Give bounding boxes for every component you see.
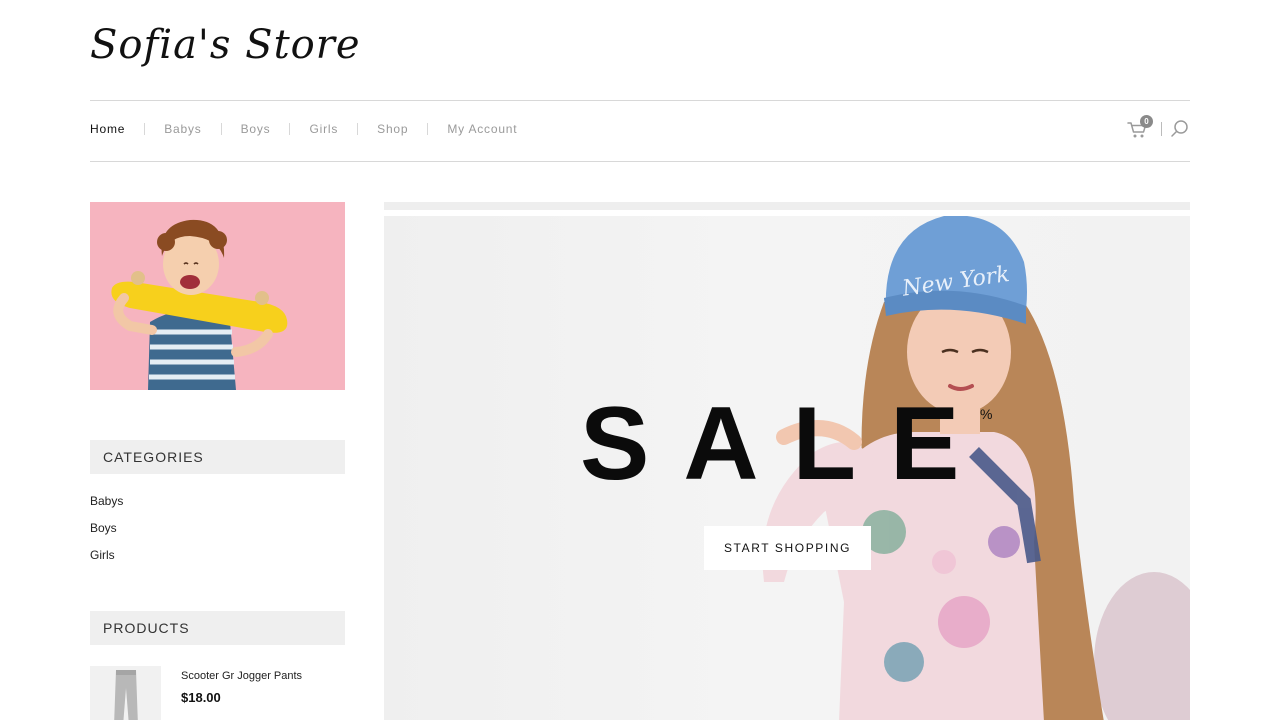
nav-separator [427,123,429,135]
nav-item-babys[interactable]: Babys [164,122,201,136]
store-logo[interactable]: Sofia's Store [90,22,361,68]
hero-top-strip [384,202,1190,210]
product-list-item[interactable]: Scooter Gr Jogger Pants $18.00 [90,666,302,720]
search-icon [1171,120,1188,137]
jogger-pants-illustration [113,670,138,720]
search-button[interactable] [1170,119,1190,139]
start-shopping-button[interactable]: START SHOPPING [704,526,871,570]
category-link-girls[interactable]: Girls [90,548,123,575]
header-icons: 0 [1127,115,1190,140]
product-price: $18.00 [181,690,221,705]
product-name[interactable]: Scooter Gr Jogger Pants [181,670,302,682]
product-info: Scooter Gr Jogger Pants $18.00 [181,666,302,720]
nav-item-girls[interactable]: Girls [309,122,338,136]
icon-separator [1161,122,1162,136]
nav-item-home[interactable]: Home [90,122,125,136]
nav-separator [220,123,222,135]
hero-sale-headline: SALE [580,386,994,502]
cart-count-badge: 0 [1140,115,1153,128]
categories-list: Babys Boys Girls [90,494,123,575]
category-link-boys[interactable]: Boys [90,521,123,548]
nav-separator [357,123,359,135]
boy-with-skateboard-illustration [111,219,288,390]
categories-widget-title: CATEGORIES [90,440,345,474]
products-widget-title: PRODUCTS [90,611,345,645]
promo-image-boy-skateboard[interactable] [90,202,345,390]
nav-separator [289,123,291,135]
cart-button[interactable]: 0 [1127,115,1153,140]
header-divider-bottom [90,161,1190,162]
header-divider-top [90,100,1190,101]
nav-item-my-account[interactable]: My Account [447,122,517,136]
nav-item-boys[interactable]: Boys [241,122,271,136]
hero-sale-percent-mark: % [980,406,993,422]
nav-separator [144,123,146,135]
product-thumbnail[interactable] [90,666,161,720]
category-link-babys[interactable]: Babys [90,494,123,521]
main-nav: Home Babys Boys Girls Shop My Account [90,122,517,136]
nav-item-shop[interactable]: Shop [377,122,408,136]
